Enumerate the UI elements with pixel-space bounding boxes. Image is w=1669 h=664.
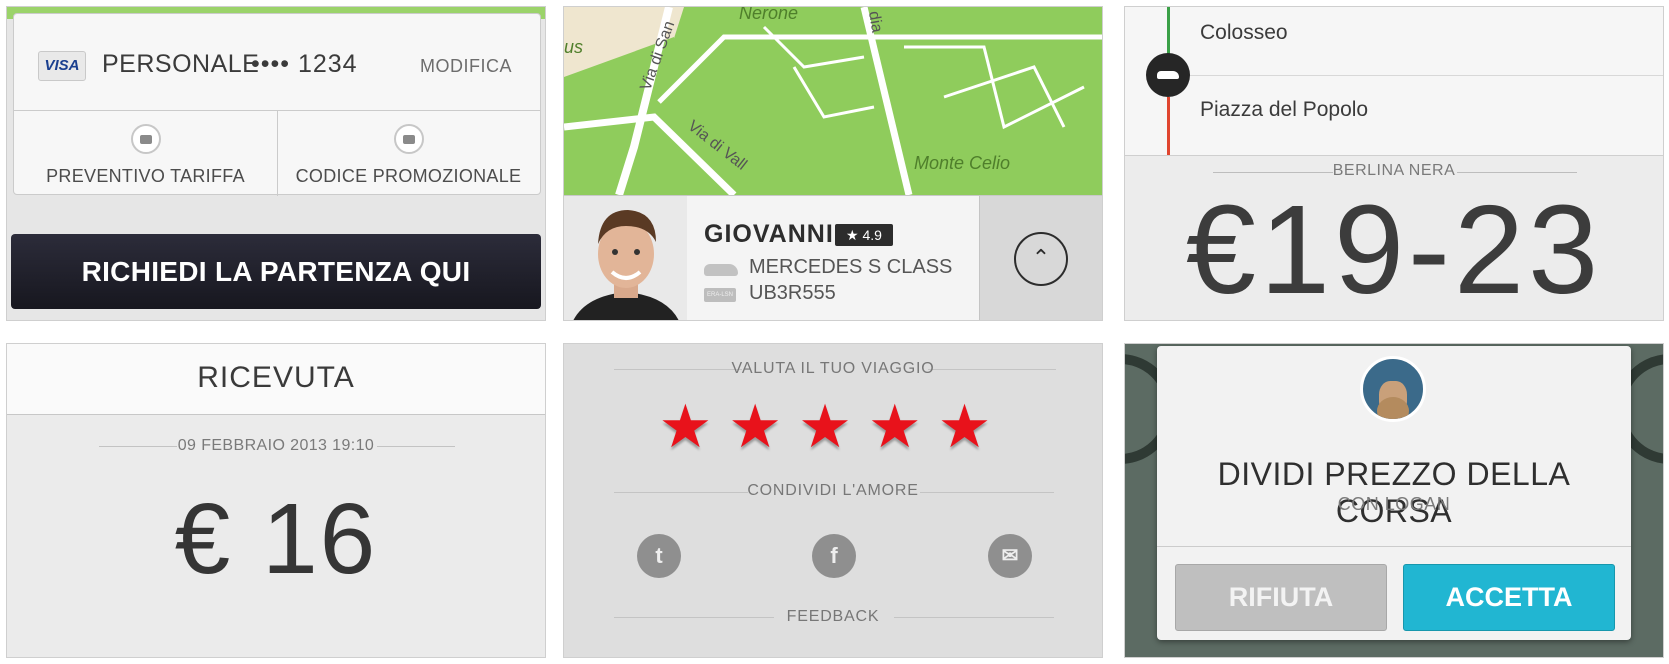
fare-estimate-button[interactable]: PREVENTIVO TARIFFA (14, 110, 278, 196)
pickup-line (1167, 7, 1170, 57)
facebook-icon[interactable]: f (812, 534, 856, 578)
fare-estimate-label: PREVENTIVO TARIFFA (46, 166, 245, 186)
split-fare-panel: DIVIDI PREZZO DELLA CORSA CON LOGAN RIFI… (1124, 343, 1664, 658)
avatar (1360, 356, 1426, 422)
receipt-date: 09 FEBBRAIO 2013 19:10 (177, 437, 375, 454)
rate-trip-title: VALUTA IL TUO VIAGGIO (731, 360, 935, 377)
driver-portrait (564, 196, 687, 320)
receipt-amount: € 16 (174, 483, 378, 595)
visa-card-icon: VISA (38, 51, 86, 81)
request-pickup-button[interactable]: RICHIEDI LA PARTENZA QUI (11, 234, 541, 309)
route-box: Colosseo Piazza del Popolo (1125, 7, 1663, 156)
map-label-us: us (564, 37, 584, 57)
dropoff-line (1167, 97, 1170, 155)
map-label-nerone: Nerone (739, 7, 799, 23)
expand-area: ⌃ (979, 196, 1102, 320)
payment-box: VISA PERSONALE •••• 1234 MODIFICA PREVEN… (13, 13, 541, 196)
fare-quote-panel: Colosseo Piazza del Popolo BERLINA NERA … (1124, 6, 1664, 321)
reject-button[interactable]: RIFIUTA (1175, 564, 1387, 631)
dropoff-location[interactable]: Piazza del Popolo (1200, 98, 1368, 122)
payment-panel: VISA PERSONALE •••• 1234 MODIFICA PREVEN… (6, 6, 546, 321)
car-marker-icon (1146, 53, 1190, 97)
license-plate: UB3R555 (749, 282, 836, 304)
driver-photo (564, 196, 687, 320)
driver-info-bar[interactable]: GIOVANNI ★ 4.9 MERCEDES S CLASS ERA-LSN … (564, 195, 1102, 320)
car-icon (704, 264, 738, 276)
dialog-title: DIVIDI PREZZO DELLA CORSA (1217, 456, 1571, 529)
route-divider (1157, 75, 1663, 76)
pickup-location[interactable]: Colosseo (1200, 21, 1288, 45)
map-roads (564, 7, 1102, 195)
receipt-header: RICEVUTA (7, 344, 545, 415)
share-title: CONDIVIDI L'AMORE (747, 482, 919, 499)
star-rating[interactable]: ★★★★★ (564, 392, 1102, 462)
map-view[interactable]: Nerone Via di San Via di Vall Monte Celi… (564, 7, 1102, 195)
promo-code-label: CODICE PROMOZIONALE (295, 166, 522, 186)
map-label-monte-celio: Monte Celio (914, 153, 1011, 173)
tag-icon (393, 124, 424, 154)
map-label-dia: dia (864, 9, 886, 34)
car-model: MERCEDES S CLASS (749, 256, 953, 278)
chevron-up-icon[interactable]: ⌃ (1014, 232, 1068, 286)
feedback-link[interactable]: FEEDBACK (564, 608, 1102, 626)
twitter-icon[interactable]: t (637, 534, 681, 578)
payment-profile: PERSONALE (102, 50, 260, 78)
driver-name: GIOVANNI (704, 220, 834, 248)
card-number: •••• 1234 (251, 50, 358, 78)
receipt-title: RICEVUTA (197, 361, 355, 394)
accept-button[interactable]: ACCETTA (1403, 564, 1615, 631)
promo-code-button[interactable]: CODICE PROMOZIONALE (277, 110, 540, 196)
card-icon (130, 124, 161, 154)
driver-rating: ★ 4.9 (835, 224, 893, 246)
license-plate-icon: ERA-LSN (704, 288, 736, 302)
edit-payment-button[interactable]: MODIFICA (420, 56, 512, 77)
rating-panel: VALUTA IL TUO VIAGGIO ★★★★★ CONDIVIDI L'… (563, 343, 1103, 658)
payment-method-row[interactable]: VISA PERSONALE •••• 1234 MODIFICA (14, 14, 540, 111)
email-icon[interactable]: ✉ (988, 534, 1032, 578)
dialog-divider (1157, 546, 1631, 547)
receipt-panel: RICEVUTA 09 FEBBRAIO 2013 19:10 € 16 (6, 343, 546, 658)
split-fare-dialog: DIVIDI PREZZO DELLA CORSA CON LOGAN RIFI… (1157, 346, 1631, 640)
driver-panel: Nerone Via di San Via di Vall Monte Celi… (563, 6, 1103, 321)
dialog-subtitle: CON LOGAN (1337, 494, 1451, 514)
fare-range: €19-23 (1185, 179, 1603, 320)
